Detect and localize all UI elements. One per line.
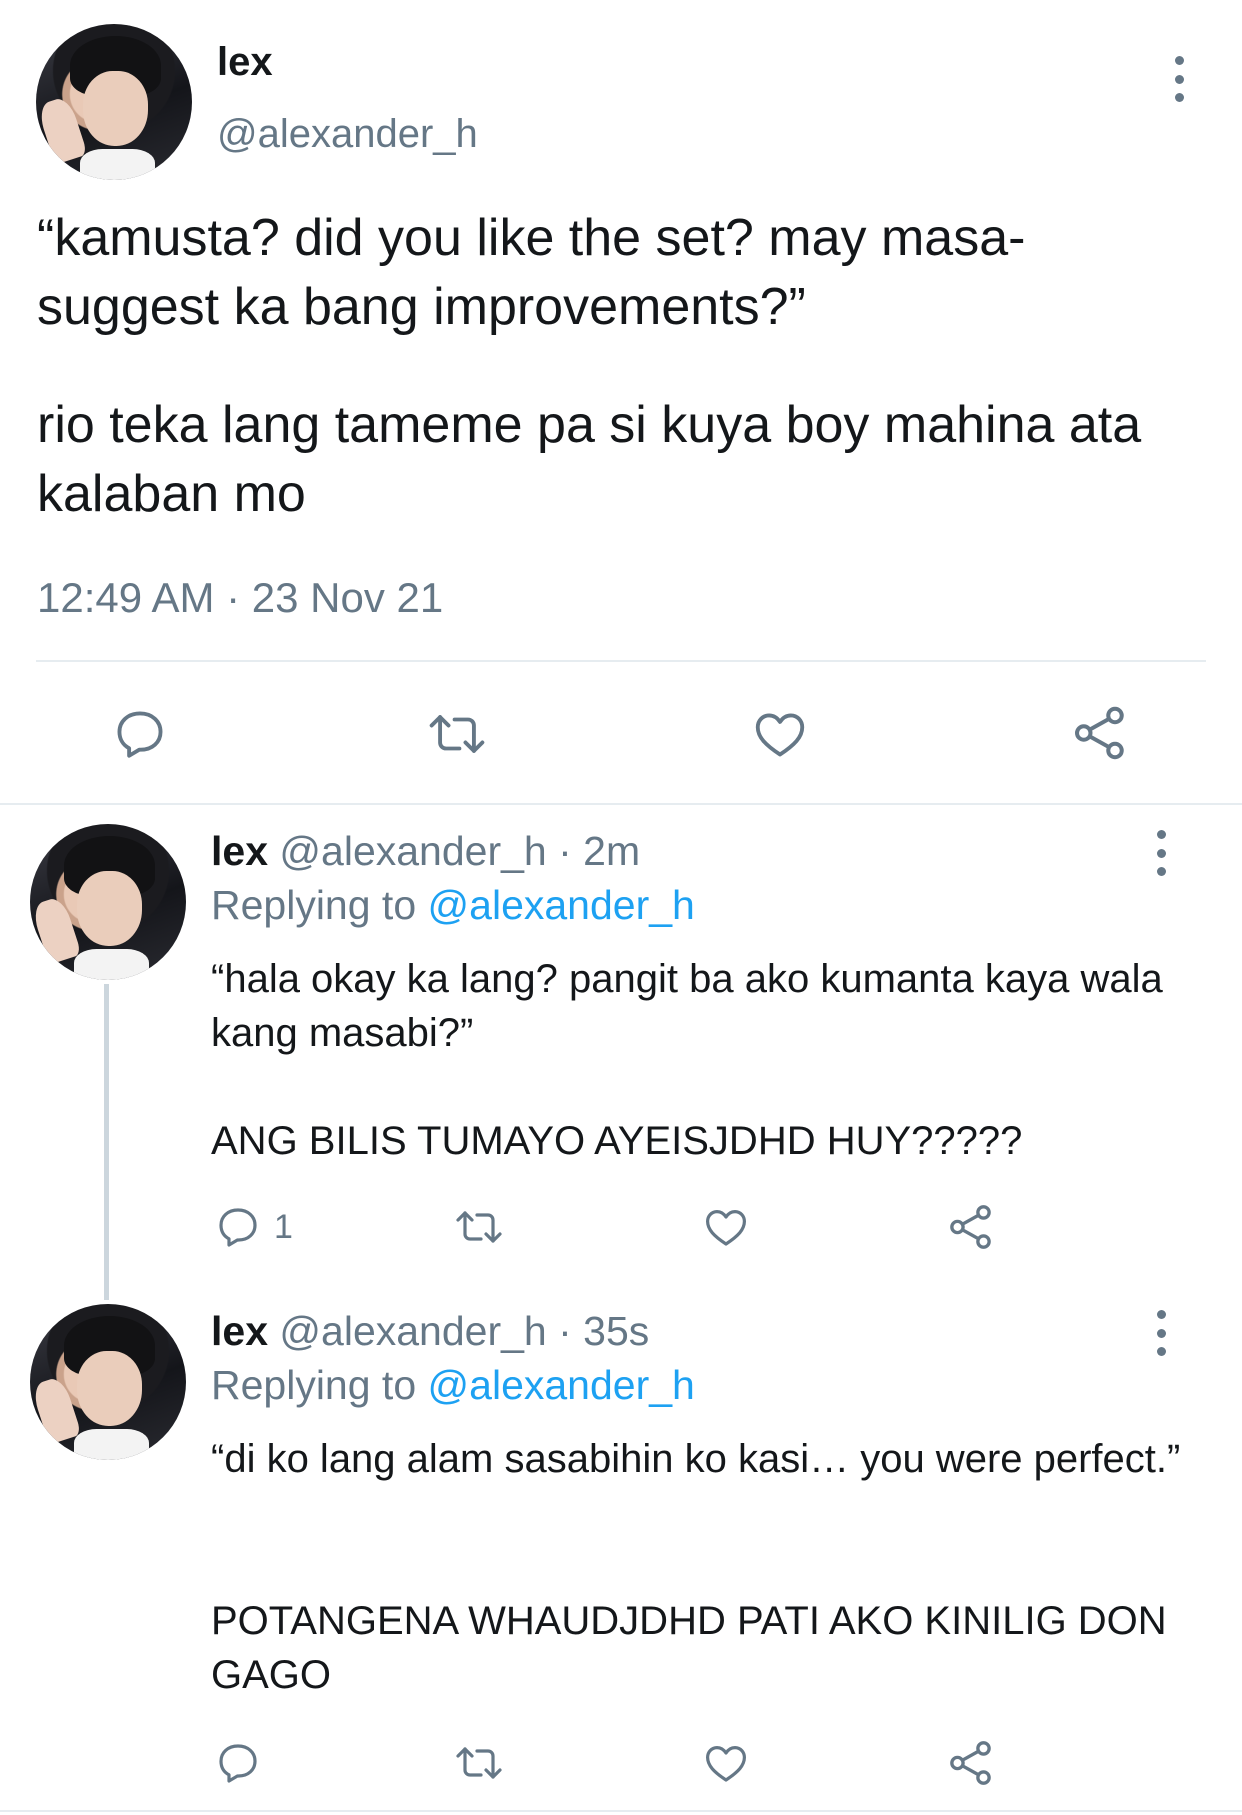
share-icon [950, 1205, 991, 1249]
reply-text-paragraph-2: POTANGENA WHAUDJDHD PATI AKO KINILIG DON… [211, 1599, 1167, 1697]
tweet-timestamp[interactable]: 12:49 AM · 23 Nov 21 [37, 574, 443, 622]
reply-button[interactable] [214, 1739, 262, 1787]
reply-header: lex @alexander_h · 2m [211, 828, 640, 875]
reply-text-paragraph-1: “hala okay ka lang? pangit ba ako kumant… [211, 957, 1163, 1055]
replying-to-link[interactable]: @alexander_h [428, 1362, 695, 1408]
replying-to-link[interactable]: @alexander_h [428, 882, 695, 928]
divider [36, 660, 1206, 662]
retweet-icon [456, 1211, 502, 1243]
retweet-button[interactable] [425, 705, 489, 763]
replying-to: Replying to @alexander_h [211, 1362, 695, 1409]
author-name[interactable]: lex [211, 1308, 268, 1354]
reply-text-paragraph-1: “di ko lang alam sasabihin ko kasi… you … [211, 1437, 1181, 1481]
replying-to-prefix: Replying to [211, 882, 417, 928]
reply-icon [219, 1744, 257, 1783]
like-button[interactable] [702, 1203, 750, 1251]
reply-count: 1 [274, 1207, 293, 1246]
avatar[interactable] [30, 1304, 186, 1460]
like-icon [755, 713, 805, 757]
retweet-icon [429, 715, 485, 753]
retweet-button[interactable] [452, 1203, 506, 1251]
share-icon [1074, 706, 1124, 760]
more-options-icon[interactable] [1151, 1310, 1171, 1356]
retweet-icon [456, 1747, 502, 1779]
like-button[interactable] [751, 705, 809, 763]
like-icon [706, 1746, 746, 1782]
more-options-icon[interactable] [1169, 56, 1189, 102]
reply-time[interactable]: · 2m [558, 828, 640, 874]
reply-icon [117, 711, 163, 758]
share-button[interactable] [1070, 703, 1130, 763]
reply-time[interactable]: · 35s [558, 1308, 649, 1354]
more-options-icon[interactable] [1151, 830, 1171, 876]
share-button[interactable] [946, 1202, 996, 1252]
author-handle[interactable]: @alexander_h [217, 112, 478, 157]
thread-connector [104, 984, 109, 1300]
author-handle[interactable]: @alexander_h [279, 828, 546, 874]
replying-to-prefix: Replying to [211, 1362, 417, 1408]
divider [0, 803, 1242, 805]
reply-header: lex @alexander_h · 35s [211, 1308, 649, 1355]
tweet-text-paragraph-2: rio teka lang tameme pa si kuya boy mahi… [37, 396, 1142, 523]
share-icon [950, 1741, 991, 1785]
retweet-button[interactable] [452, 1739, 506, 1787]
share-button[interactable] [946, 1738, 996, 1788]
reply-icon [219, 1208, 257, 1247]
author-name[interactable]: lex [211, 828, 268, 874]
reply-button[interactable] [111, 705, 169, 763]
author-handle[interactable]: @alexander_h [279, 1308, 546, 1354]
tweet-thread: lex @alexander_h “kamusta? did you like … [0, 0, 1242, 1815]
reply-button[interactable]: 1 [214, 1203, 293, 1251]
avatar[interactable] [30, 824, 186, 980]
divider [0, 1810, 1242, 1812]
like-icon [706, 1210, 746, 1246]
replying-to: Replying to @alexander_h [211, 882, 695, 929]
tweet-text-paragraph-1: “kamusta? did you like the set? may masa… [37, 209, 1026, 336]
avatar[interactable] [36, 24, 192, 180]
reply-text-paragraph-2: ANG BILIS TUMAYO AYEISJDHD HUY????? [211, 1119, 1023, 1163]
like-button[interactable] [702, 1739, 750, 1787]
author-name[interactable]: lex [217, 40, 273, 85]
